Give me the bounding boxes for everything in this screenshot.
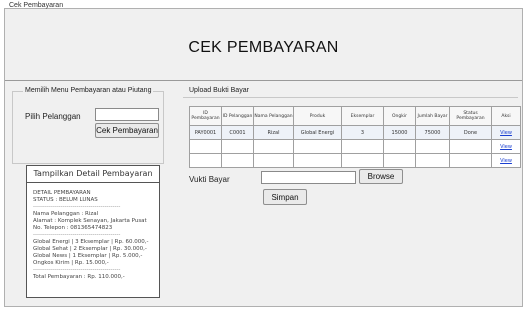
column-header: Status Pembayaran (449, 106, 492, 126)
table-cell: View (491, 125, 521, 140)
detail-header: Tampilkan Detail Pembayaran (27, 166, 159, 183)
menu-section-title: Memilih Menu Pembayaran atau Piutang (23, 87, 154, 94)
column-header: Jumlah Bayar (415, 106, 450, 126)
pelanggan-input[interactable] (95, 108, 159, 121)
page-header: CEK PEMBAYARAN (5, 9, 522, 81)
table-row[interactable]: View (189, 139, 521, 154)
pilih-pelanggan-label: Pilih Pelanggan (25, 112, 81, 121)
table-cell: 75000 (415, 125, 450, 140)
table-cell: C0001 (221, 125, 254, 140)
upload-divider (183, 97, 518, 98)
detail-line: Global Sehat | 2 Eksemplar | Rp. 30.000,… (33, 246, 147, 252)
detail-separator: ----------------------------------------… (33, 232, 121, 238)
table-cell (293, 153, 342, 168)
detail-line: No. Telepon : 081365474823 (33, 225, 113, 231)
table-cell (341, 153, 384, 168)
vukti-bayar-label: Vukti Bayar (189, 175, 230, 184)
table-cell (341, 139, 384, 154)
table-cell: Rizal (253, 125, 294, 140)
table-cell (415, 139, 450, 154)
detail-pembayaran-box: Tampilkan Detail Pembayaran DETAIL PEMBA… (26, 165, 160, 298)
pembayaran-table: ID Pembayaran ID Pelanggan Nama Pelangga… (189, 106, 521, 168)
detail-line: Ongkos Kirim | Rp. 15.000,- (33, 260, 109, 266)
table-cell (293, 139, 342, 154)
table-cell (253, 153, 294, 168)
table-cell (415, 153, 450, 168)
detail-separator: ----------------------------------------… (33, 204, 121, 210)
detail-line: DETAIL PEMBAYARAN (33, 190, 91, 196)
vukti-bayar-input[interactable] (261, 171, 356, 184)
table-row[interactable]: PAY0001 C0001 Rizal Global Energi 3 1500… (189, 125, 521, 140)
table-header-row: ID Pembayaran ID Pelanggan Nama Pelangga… (189, 106, 521, 126)
table-cell: 3 (341, 125, 384, 140)
table-cell: Done (449, 125, 492, 140)
column-header: Ongkir (383, 106, 416, 126)
table-cell (221, 139, 254, 154)
table-cell: 15000 (383, 125, 416, 140)
simpan-button[interactable]: Simpan (263, 189, 307, 205)
detail-separator: ----------------------------------------… (33, 267, 121, 273)
cek-pembayaran-button[interactable]: Cek Pembayaran (95, 123, 159, 138)
table-cell (189, 139, 222, 154)
detail-line: STATUS : BELUM LUNAS (33, 197, 98, 203)
app-window: Cek Pembayaran CEK PEMBAYARAN Memilih Me… (4, 2, 523, 307)
table-cell (253, 139, 294, 154)
detail-line: Alamat : Komplek Senayan, Jakarta Pusat (33, 218, 147, 224)
detail-line: Global News | 1 Eksemplar | Rp. 5.000,- (33, 253, 143, 259)
table-cell: Global Energi (293, 125, 342, 140)
column-header: Eksemplar (341, 106, 384, 126)
table-cell (221, 153, 254, 168)
view-link[interactable]: View (500, 130, 512, 136)
table-cell: View (491, 139, 521, 154)
detail-body: DETAIL PEMBAYARAN STATUS : BELUM LUNAS -… (33, 190, 157, 281)
column-header: Produk (293, 106, 342, 126)
detail-line: Total Pembayaran : Rp. 110.000,- (33, 274, 125, 280)
detail-line: Nama Pelanggan : Rizal (33, 211, 99, 217)
column-header: Aksi (491, 106, 521, 126)
column-header: Nama Pelanggan (253, 106, 294, 126)
table-cell (449, 153, 492, 168)
table-cell (383, 153, 416, 168)
browse-button[interactable]: Browse (359, 169, 403, 184)
upload-section-title: Upload Bukti Bayar (187, 87, 251, 94)
table-cell (383, 139, 416, 154)
view-link[interactable]: View (500, 158, 512, 164)
table-cell: PAY0001 (189, 125, 222, 140)
table-row[interactable]: View (189, 153, 521, 168)
view-link[interactable]: View (500, 144, 512, 150)
detail-line: Global Energi | 3 Eksemplar | Rp. 60.000… (33, 239, 149, 245)
page-title: CEK PEMBAYARAN (188, 39, 339, 56)
column-header: ID Pembayaran (189, 106, 222, 126)
table-cell: View (491, 153, 521, 168)
table-cell (449, 139, 492, 154)
table-cell (189, 153, 222, 168)
column-header: ID Pelanggan (221, 106, 254, 126)
